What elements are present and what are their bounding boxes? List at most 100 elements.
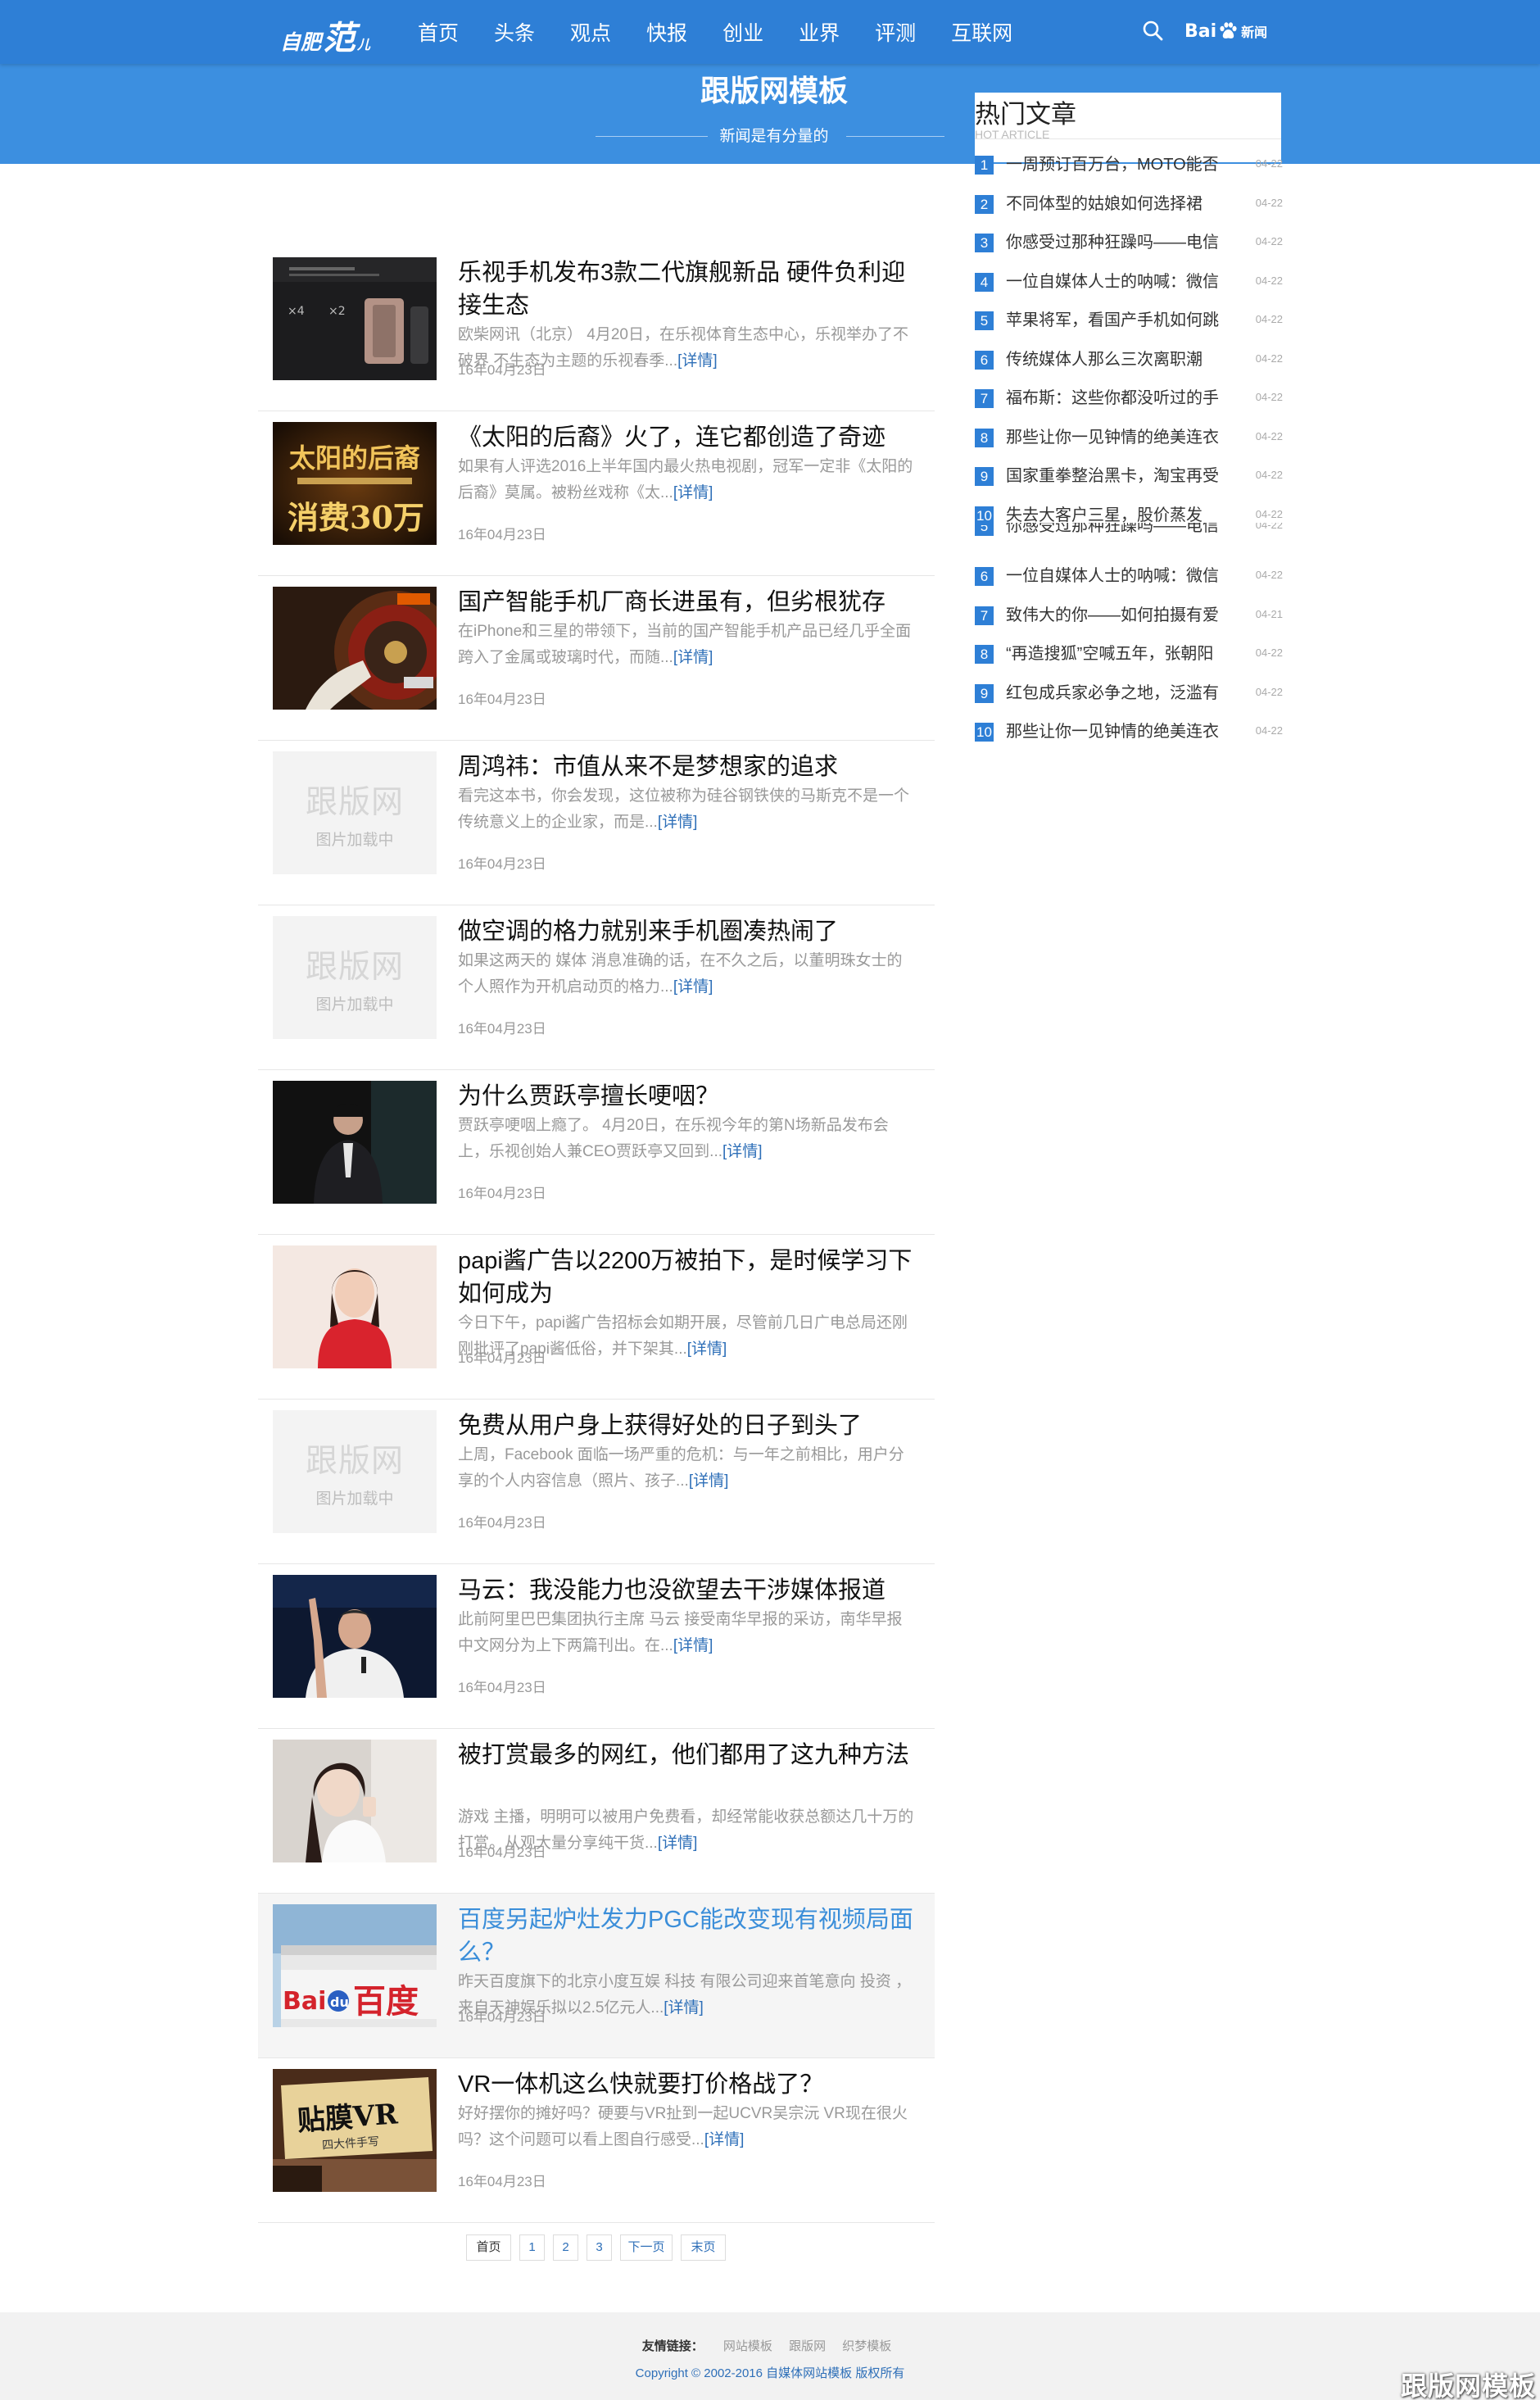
article-title[interactable]: VR一体机这么快就要打价格战了？: [458, 2068, 917, 2101]
article-more-link[interactable]: [详情]: [673, 484, 713, 501]
article-more-link[interactable]: [详情]: [673, 1637, 713, 1654]
article-item[interactable]: 跟版网 图片加载中 做空调的格力就别来手机圈凑热闹了 如果这两天的 媒体 消息准…: [258, 905, 935, 1070]
article-more-link[interactable]: [详情]: [704, 2131, 745, 2148]
article-title[interactable]: 乐视手机发布3款二代旗舰新品 硬件负利迎接生态: [458, 256, 917, 322]
friend-link[interactable]: 织梦模板: [842, 2339, 891, 2353]
hot-article-title[interactable]: 传统媒体人那么三次离职潮: [1006, 348, 1227, 371]
hot-article-item[interactable]: 10 失去大客户三星，股价蒸发 04-22: [975, 501, 1283, 525]
search-icon[interactable]: [1142, 20, 1163, 41]
nav-item-flash[interactable]: 快报: [646, 17, 687, 47]
article-thumbnail[interactable]: 跟版网 图片加载中: [273, 751, 437, 874]
article-item[interactable]: 太阳的后裔 消费30万 《太阳的后裔》火了，连它都创造了奇迹 如果有人评选201…: [258, 411, 935, 576]
page-last[interactable]: 末页: [681, 2234, 726, 2261]
article-thumbnail[interactable]: [273, 1245, 437, 1368]
nav-item-internet[interactable]: 互联网: [951, 17, 1012, 47]
article-thumbnail[interactable]: [273, 1081, 437, 1204]
hot-article-item[interactable]: 9 国家重拳整治黑卡，淘宝再受 04-22: [975, 462, 1283, 490]
article-more-link[interactable]: [详情]: [658, 1835, 698, 1852]
hot-article-title[interactable]: 一位自媒体人士的呐喊：微信: [1006, 270, 1227, 293]
article-item[interactable]: 跟版网 图片加载中 周鸿祎：市值从来不是梦想家的追求 看完这本书，你会发现，这位…: [258, 741, 935, 905]
article-thumbnail[interactable]: 贴膜VR 四大件手写: [273, 2069, 437, 2192]
article-thumbnail[interactable]: [273, 1740, 437, 1862]
nav-item-startup[interactable]: 创业: [722, 17, 763, 47]
hot-article-item[interactable]: 6 传统媒体人那么三次离职潮 04-22: [975, 346, 1283, 374]
article-title[interactable]: papi酱广告以2200万被拍下，是时候学习下如何成为: [458, 1245, 917, 1310]
page-3[interactable]: 3: [587, 2234, 612, 2261]
article-item[interactable]: 跟版网 图片加载中 免费从用户身上获得好处的日子到头了 上周，Facebook …: [258, 1400, 935, 1564]
article-item[interactable]: 国产智能手机厂商长进虽有，但劣根犹存 在iPhone和三星的带领下，当前的国产智…: [258, 576, 935, 741]
hot-article-item[interactable]: 10 那些让你一见钟情的绝美连衣 04-22: [975, 718, 1283, 746]
article-title[interactable]: 做空调的格力就别来手机圈凑热闹了: [458, 915, 917, 948]
article-thumbnail[interactable]: [273, 587, 437, 710]
article-thumbnail[interactable]: [273, 1575, 437, 1698]
hot-article-item[interactable]: 8 “再造搜狐”空喊五年，张朝阳 04-22: [975, 640, 1283, 668]
hot-article-title[interactable]: 不同体型的姑娘如何选择裙: [1006, 193, 1227, 216]
article-title[interactable]: 为什么贾跃亭擅长哽咽？: [458, 1080, 917, 1113]
article-more-link[interactable]: [详情]: [677, 352, 718, 370]
article-title[interactable]: 《太阳的后裔》火了，连它都创造了奇迹: [458, 421, 917, 454]
rank-badge: 7: [975, 389, 994, 408]
hot-article-item[interactable]: 6 一位自媒体人士的呐喊：微信 04-22: [975, 562, 1283, 590]
hot-article-item[interactable]: 2 不同体型的姑娘如何选择裙 04-22: [975, 190, 1283, 218]
page-next[interactable]: 下一页: [620, 2234, 673, 2261]
baidu-news-logo[interactable]: Bai du 新闻: [1184, 15, 1267, 48]
hot-article-title[interactable]: 致伟大的你——如何拍摄有爱: [1006, 604, 1227, 627]
article-title[interactable]: 马云：我没能力也没欲望去干涉媒体报道: [458, 1574, 917, 1607]
hot-article-title[interactable]: 那些让你一见钟情的绝美连衣: [1006, 720, 1227, 743]
article-more-link[interactable]: [详情]: [664, 1999, 704, 2017]
article-thumbnail[interactable]: Bai du 百度: [273, 1904, 437, 2027]
article-thumbnail[interactable]: 跟版网 图片加载中: [273, 1410, 437, 1533]
page-2[interactable]: 2: [553, 2234, 578, 2261]
site-logo[interactable]: 自肥 范 儿: [280, 11, 370, 57]
hot-article-title[interactable]: 红包成兵家必争之地，泛滥有: [1006, 682, 1227, 705]
article-item[interactable]: 贴膜VR 四大件手写 VR一体机这么快就要打价格战了？ 好好摆你的摊好吗？硬要与…: [258, 2058, 935, 2223]
article-item[interactable]: 马云：我没能力也没欲望去干涉媒体报道 此前阿里巴巴集团执行主席 马云 接受南华早…: [258, 1564, 935, 1729]
hot-article-item[interactable]: 4 一位自媒体人士的呐喊：微信 04-22: [975, 268, 1283, 296]
article-title[interactable]: 周鸿祎：市值从来不是梦想家的追求: [458, 751, 917, 783]
nav-item-opinion[interactable]: 观点: [570, 17, 611, 47]
article-title[interactable]: 免费从用户身上获得好处的日子到头了: [458, 1409, 917, 1442]
article-item[interactable]: 被打赏最多的网红，他们都用了这九种方法 游戏 主播，明明可以被用户免费看，却经常…: [258, 1729, 935, 1894]
article-thumbnail[interactable]: ×4 ×2: [273, 257, 437, 380]
rank-badge: 6: [975, 350, 994, 370]
article-item[interactable]: papi酱广告以2200万被拍下，是时候学习下如何成为 今日下午，papi酱广告…: [258, 1235, 935, 1400]
hot-article-title[interactable]: 国家重拳整治黑卡，淘宝再受: [1006, 465, 1227, 488]
nav-item-headlines[interactable]: 头条: [494, 17, 535, 47]
hot-article-item[interactable]: 7 致伟大的你——如何拍摄有爱 04-21: [975, 601, 1283, 629]
hot-article-item[interactable]: 5 苹果将军，看国产手机如何跳 04-22: [975, 306, 1283, 334]
article-more-link[interactable]: [详情]: [673, 978, 713, 996]
friend-link[interactable]: 跟版网: [789, 2339, 826, 2353]
article-title[interactable]: 百度另起炉灶发力PGC能改变现有视频局面么？: [458, 1903, 917, 1969]
article-title[interactable]: 国产智能手机厂商长进虽有，但劣根犹存: [458, 586, 917, 619]
article-thumbnail[interactable]: 太阳的后裔 消费30万: [273, 422, 437, 545]
hot-article-title[interactable]: 一位自媒体人士的呐喊：微信: [1006, 565, 1227, 588]
nav-item-home[interactable]: 首页: [418, 17, 459, 47]
hot-article-item[interactable]: 1 一周预订百万台，MOTO能否 04-22: [975, 151, 1283, 179]
article-thumbnail[interactable]: 跟版网 图片加载中: [273, 916, 437, 1039]
nav-item-industry[interactable]: 业界: [799, 17, 840, 47]
article-title[interactable]: 被打赏最多的网红，他们都用了这九种方法: [458, 1739, 917, 1772]
hot-article-item[interactable]: 8 那些让你一见钟情的绝美连衣 04-22: [975, 424, 1283, 451]
hot-article-title[interactable]: 一周预订百万台，MOTO能否: [1006, 153, 1227, 176]
article-more-link[interactable]: [详情]: [722, 1143, 763, 1160]
hot-article-item[interactable]: 9 红包成兵家必争之地，泛滥有 04-22: [975, 679, 1283, 707]
hot-article-title[interactable]: 福布斯：这些你都没听过的手: [1006, 387, 1227, 410]
nav-item-review[interactable]: 评测: [875, 17, 916, 47]
article-item[interactable]: ×4 ×2 乐视手机发布3款二代旗舰新品 硬件负利迎接生态 欧柴网讯（北京） 4…: [258, 247, 935, 411]
hot-article-item[interactable]: 3 你感受过那种狂躁吗——电信 04-22: [975, 229, 1283, 256]
hot-article-title[interactable]: 你感受过那种狂躁吗——电信: [1006, 231, 1227, 254]
article-more-link[interactable]: [详情]: [687, 1341, 727, 1358]
hot-article-title[interactable]: 苹果将军，看国产手机如何跳: [1006, 309, 1227, 332]
article-more-link[interactable]: [详情]: [689, 1472, 729, 1490]
article-item[interactable]: 为什么贾跃亭擅长哽咽？ 贾跃亭哽咽上瘾了。 4月20日，在乐视今年的第N场新品发…: [258, 1070, 935, 1235]
article-more-link[interactable]: [详情]: [658, 814, 698, 831]
hot-article-title[interactable]: 那些让你一见钟情的绝美连衣: [1006, 426, 1227, 449]
hot-article-title[interactable]: “再造搜狐”空喊五年，张朝阳: [1006, 642, 1227, 665]
hot-article-title[interactable]: 失去大客户三星，股价蒸发: [1006, 504, 1227, 527]
page-1[interactable]: 1: [519, 2234, 545, 2261]
hot-article-item[interactable]: 7 福布斯：这些你都没听过的手 04-22: [975, 384, 1283, 412]
friend-link[interactable]: 网站模板: [723, 2339, 772, 2353]
article-item[interactable]: Bai du 百度 百度另起炉灶发力PGC能改变现有视频局面么？ 昨天百度旗下的…: [258, 1894, 935, 2058]
page-first[interactable]: 首页: [466, 2234, 511, 2261]
article-more-link[interactable]: [详情]: [673, 649, 713, 666]
